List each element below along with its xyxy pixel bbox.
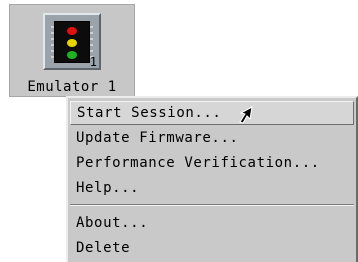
menu-item-start-session[interactable]: Start Session... [70, 101, 354, 125]
chip-pin [51, 44, 54, 46]
menu-item-delete[interactable]: Delete [70, 236, 354, 260]
chip-pin [51, 56, 54, 58]
menu-item-help[interactable]: Help... [70, 176, 354, 200]
menu-item-performance-verification[interactable]: Performance Verification... [70, 151, 354, 175]
chip-pin [90, 32, 93, 34]
menu-item-about[interactable]: About... [70, 211, 354, 235]
arrow-cursor-icon [239, 106, 253, 124]
emulator-label: Emulator 1 [27, 79, 117, 95]
red-light [67, 27, 77, 35]
chip-pin [51, 32, 54, 34]
traffic-light-chip-icon [51, 21, 93, 63]
chip-pin [51, 26, 54, 28]
context-menu: Start Session... Update Firmware... Perf… [66, 96, 358, 262]
menu-separator [70, 204, 354, 206]
emulator-number-badge: 1 [89, 55, 97, 69]
emulator-icon-frame: 1 [43, 13, 101, 70]
green-light [67, 51, 77, 59]
chip-pin [90, 38, 93, 40]
chip-pin [51, 38, 54, 40]
chip-pin [90, 44, 93, 46]
chip-pin [90, 26, 93, 28]
yellow-light [67, 39, 77, 47]
menu-item-update-firmware[interactable]: Update Firmware... [70, 126, 354, 150]
desktop: 1 Emulator 1 Start Session... Update Fir… [0, 0, 358, 262]
chip-pin [51, 50, 54, 52]
emulator-icon-tile[interactable]: 1 Emulator 1 [9, 4, 135, 97]
chip-pin [90, 50, 93, 52]
